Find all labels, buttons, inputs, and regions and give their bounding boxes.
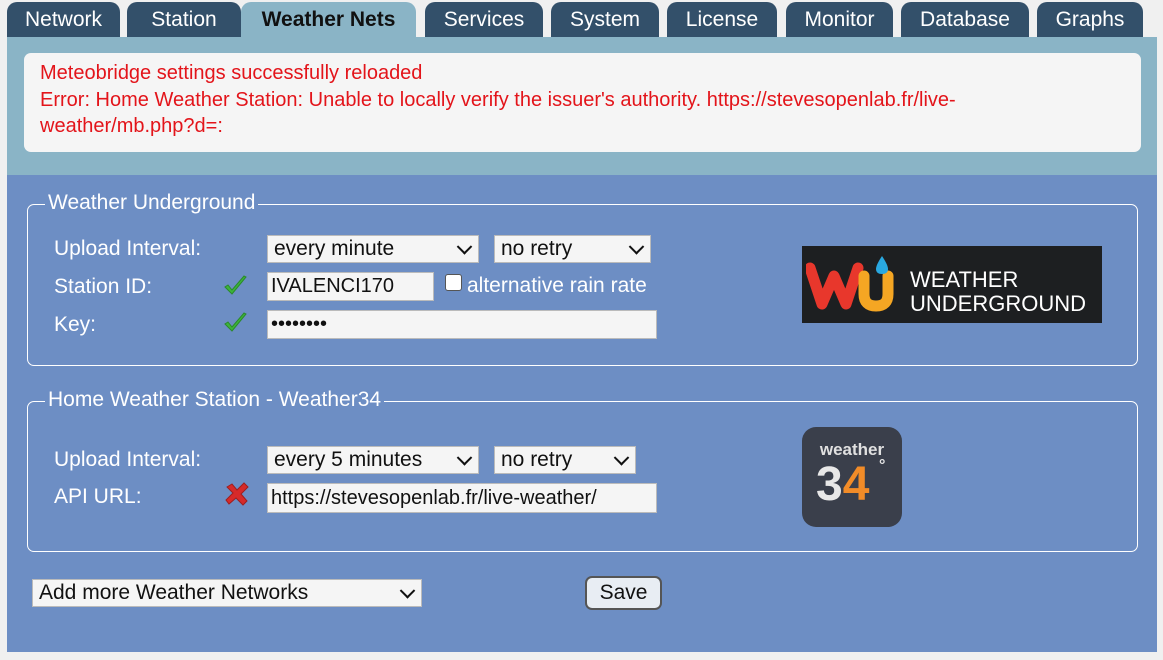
- wu-upload-label: Upload Interval:: [54, 237, 202, 260]
- wu-retry-select[interactable]: no retry: [494, 235, 651, 263]
- wu-legend: Weather Underground: [45, 191, 259, 215]
- weather34-logo-3: 3: [816, 458, 843, 511]
- wu-retry-value: no retry: [501, 237, 573, 260]
- message-box: Meteobridge settings successfully reload…: [24, 53, 1141, 152]
- tab-database[interactable]: Database: [901, 2, 1029, 37]
- hws-interval-select[interactable]: every 5 minutes: [267, 446, 479, 474]
- green-check-icon: [224, 275, 247, 295]
- chevron-down-icon: [613, 450, 630, 466]
- save-button[interactable]: Save: [585, 576, 662, 610]
- weather34-logo-number: 34: [816, 459, 869, 511]
- wu-interval-select[interactable]: every minute: [267, 235, 479, 263]
- tab-services[interactable]: Services: [425, 2, 543, 37]
- wu-interval-value: every minute: [274, 237, 395, 260]
- tab-license[interactable]: License: [667, 2, 777, 37]
- hws-upload-label: Upload Interval:: [54, 448, 202, 471]
- message-area: Meteobridge settings successfully reload…: [7, 37, 1157, 175]
- alt-rain-checkbox[interactable]: [445, 274, 462, 291]
- tab-system[interactable]: System: [551, 2, 659, 37]
- add-networks-select[interactable]: Add more Weather Networks: [32, 579, 422, 607]
- weather34-logo-degree: °: [879, 457, 886, 474]
- tab-monitor[interactable]: Monitor: [786, 2, 893, 37]
- green-check-icon: [224, 312, 247, 332]
- wu-logo-line1: WEATHER: [910, 267, 1019, 292]
- wu-logo-text: WEATHER UNDERGROUND: [910, 268, 1086, 316]
- main-panel: Weather Underground Upload Interval: eve…: [7, 175, 1157, 652]
- tab-graphs[interactable]: Graphs: [1037, 2, 1143, 37]
- hws-interval-value: every 5 minutes: [274, 448, 423, 471]
- hws-retry-value: no retry: [501, 448, 573, 471]
- hws-api-label: API URL:: [54, 485, 142, 508]
- success-message: Meteobridge settings successfully reload…: [40, 62, 423, 84]
- error-message: Error: Home Weather Station: Unable to l…: [40, 88, 956, 111]
- tab-weather-nets[interactable]: Weather Nets: [241, 2, 416, 37]
- chevron-down-icon: [456, 450, 473, 466]
- tab-station[interactable]: Station: [127, 2, 241, 37]
- wu-station-id-input[interactable]: IVALENCI170: [267, 272, 434, 301]
- error-message-cont: weather/mb.php?d=:: [40, 115, 223, 137]
- wu-logo-mark-icon: [806, 256, 894, 312]
- hws-legend: Home Weather Station - Weather34: [45, 388, 385, 412]
- wu-logo: WEATHER UNDERGROUND: [802, 246, 1102, 323]
- weather34-logo: weather 34 °: [802, 427, 902, 527]
- chevron-down-icon: [456, 239, 473, 255]
- red-cross-icon: [225, 482, 249, 506]
- add-networks-value: Add more Weather Networks: [39, 581, 309, 604]
- wu-key-input[interactable]: ••••••••: [267, 310, 657, 339]
- wu-logo-line2: UNDERGROUND: [910, 291, 1086, 316]
- hws-api-url-input[interactable]: https://stevesopenlab.fr/live-weather/: [267, 483, 657, 513]
- alt-rain-label: alternative rain rate: [467, 274, 647, 297]
- hws-fieldset: [27, 401, 1138, 552]
- weather34-logo-4: 4: [842, 458, 870, 511]
- chevron-down-icon: [628, 239, 645, 255]
- hws-retry-select[interactable]: no retry: [494, 446, 636, 474]
- wu-key-label: Key:: [54, 313, 97, 336]
- wu-station-label: Station ID:: [54, 275, 153, 298]
- tab-network[interactable]: Network: [7, 2, 120, 37]
- weather34-logo-text: weather: [819, 440, 885, 459]
- chevron-down-icon: [399, 583, 416, 599]
